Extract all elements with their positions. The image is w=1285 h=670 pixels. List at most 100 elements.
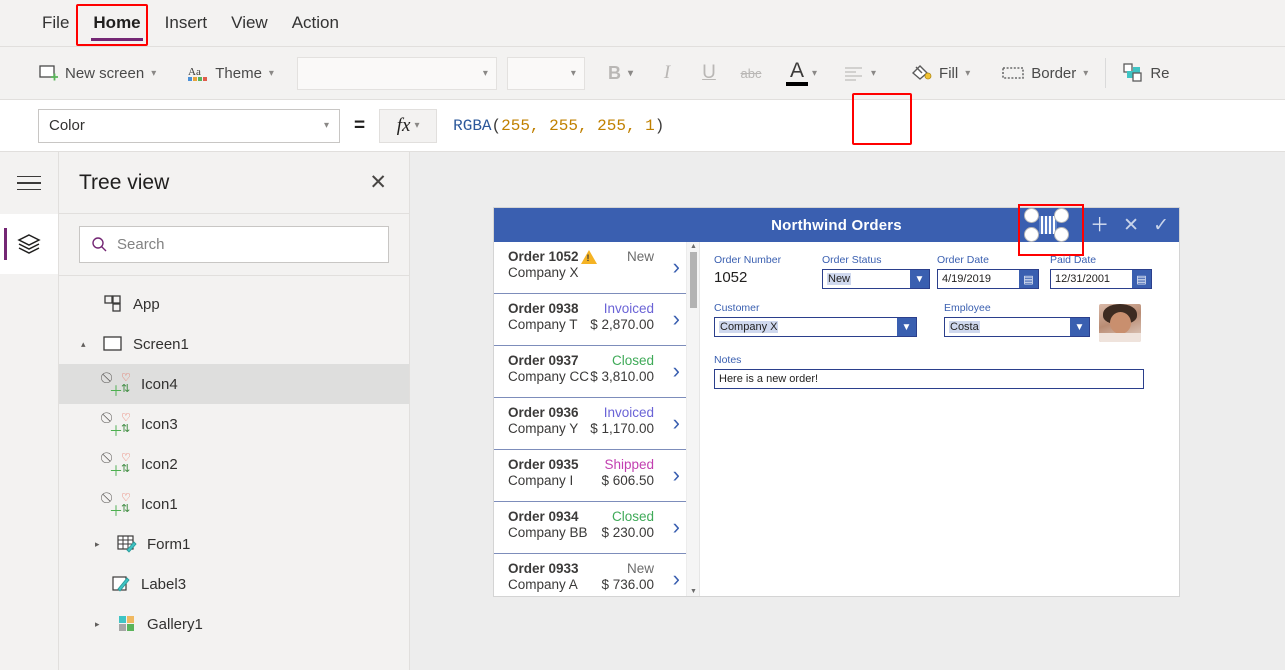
order-text: Order 1052 [508, 249, 579, 264]
chevron-right-icon[interactable]: › [673, 464, 680, 486]
chevron-right-icon[interactable]: › [673, 568, 680, 590]
property-select-value: Color [49, 117, 85, 134]
canvas-area[interactable]: Northwind Orders ＋ ✕ ✓ Order 1052 ! Comp… [410, 152, 1285, 670]
formula-input[interactable]: RGBA(255, 255, 255, 1) [437, 109, 1285, 143]
resize-handle-top-right[interactable] [1054, 208, 1069, 223]
chevron-down-icon[interactable]: ▼ [897, 318, 916, 336]
resize-handle-bottom-right[interactable] [1054, 227, 1069, 242]
cancel-icon[interactable]: ✕ [1123, 216, 1139, 235]
tree-item-label3[interactable]: Label3 [59, 564, 409, 604]
chevron-right-icon[interactable]: › [673, 412, 680, 434]
tree-item-app[interactable]: App [59, 284, 409, 324]
resize-handle-bottom-left[interactable] [1024, 227, 1039, 242]
search-placeholder: Search [117, 236, 165, 253]
paid-date-input[interactable]: 12/31/2001 ▤ [1050, 269, 1152, 289]
hamburger-menu-button[interactable] [0, 152, 58, 214]
gallery-item[interactable]: Order 0938 Company T Invoiced $ 2,870.00… [494, 294, 686, 346]
strikethrough-button[interactable]: abc [734, 56, 768, 90]
formula-open-paren: ( [491, 116, 502, 135]
theme-button[interactable]: Aa Theme ▾ [179, 59, 283, 87]
gallery-item[interactable]: Order 1052 Company X New › [494, 242, 686, 294]
bold-button[interactable]: B ▾ [599, 58, 642, 89]
menu-item-home[interactable]: Home [81, 7, 152, 41]
reorder-button[interactable]: Re [1114, 58, 1178, 88]
font-family-select[interactable]: ▾ [296, 56, 497, 90]
svg-text:Aa: Aa [188, 66, 201, 78]
chevron-down-icon[interactable]: ▼ [1070, 318, 1089, 336]
tree-item-icon3[interactable]: ⃠♡ ＋⇅ Icon3 [59, 404, 409, 444]
add-icon[interactable]: ＋ [1090, 216, 1109, 235]
new-screen-button[interactable]: New screen ▾ [30, 60, 165, 87]
gallery-item[interactable]: Order 0933 Company A New $ 736.00 › [494, 554, 686, 596]
chevron-right-icon[interactable]: › [673, 308, 680, 330]
rail-item-tree-view[interactable] [0, 214, 58, 274]
search-icon [92, 237, 107, 252]
tree-item-list: App ▴ Screen1 ⃠♡ ＋⇅ [59, 276, 409, 644]
employee-dropdown[interactable]: Costa ▼ [944, 317, 1090, 337]
font-size-select[interactable]: ▾ [506, 56, 585, 90]
gallery-item[interactable]: Order 0937 Company CC Closed $ 3,810.00 … [494, 346, 686, 398]
italic-button[interactable]: I [650, 56, 684, 90]
order-date-input[interactable]: 4/19/2019 ▤ [937, 269, 1039, 289]
calendar-icon[interactable]: ▤ [1132, 270, 1151, 288]
property-select[interactable]: Color ▾ [38, 108, 340, 143]
underline-button[interactable]: U [692, 56, 726, 90]
menu-item-action[interactable]: Action [280, 7, 351, 39]
gallery-item[interactable]: Order 0935 Company I Shipped $ 606.50 › [494, 450, 686, 502]
chevron-right-icon[interactable]: › [673, 516, 680, 538]
gallery-item-status: New [626, 561, 654, 576]
fill-label: Fill [939, 64, 959, 82]
menu-item-file[interactable]: File [30, 7, 81, 39]
gallery-item[interactable]: Order 0936 Company Y Invoiced $ 1,170.00… [494, 398, 686, 450]
app-preview-canvas[interactable]: Northwind Orders ＋ ✕ ✓ Order 1052 ! Comp… [494, 204, 1179, 596]
gallery-item-order: Order 0938 [508, 301, 579, 316]
gallery-item-amount: $ 736.00 [601, 577, 654, 592]
chevron-right-icon[interactable]: › [673, 256, 680, 278]
gallery-item-company: Company Y [508, 421, 579, 436]
selected-icon-control[interactable] [1020, 208, 1078, 242]
twisty-collapsed-icon[interactable]: ▸ [95, 619, 107, 630]
customer-label: Customer [714, 302, 760, 314]
gallery-item-order: Order 0933 [508, 561, 579, 576]
notes-input[interactable]: Here is a new order! [714, 369, 1144, 389]
tree-item-gallery1[interactable]: ▸ Gallery1 [59, 604, 409, 644]
tree-item-form1[interactable]: ▸ Form1 [59, 524, 409, 564]
scroll-down-icon[interactable]: ▼ [690, 588, 697, 595]
order-status-dropdown[interactable]: New ▼ [822, 269, 930, 289]
tree-item-icon2[interactable]: ⃠♡ ＋⇅ Icon2 [59, 444, 409, 484]
scroll-up-icon[interactable]: ▲ [690, 243, 697, 250]
chevron-down-icon[interactable]: ▼ [910, 270, 929, 288]
confirm-icon[interactable]: ✓ [1153, 216, 1169, 235]
tree-item-icon1[interactable]: ⃠♡ ＋⇅ Icon1 [59, 484, 409, 524]
gallery-item[interactable]: Order 0934 Company BB Closed $ 230.00 › [494, 502, 686, 554]
menu-item-insert[interactable]: Insert [153, 7, 220, 39]
resize-handle-top-left[interactable] [1024, 208, 1039, 223]
tree-item-screen1[interactable]: ▴ Screen1 [59, 324, 409, 364]
gallery-scrollbar[interactable]: ▲ ▼ [686, 242, 699, 596]
gallery-item-amount: $ 3,810.00 [590, 369, 654, 384]
twisty-collapsed-icon[interactable]: ▸ [95, 539, 107, 550]
fill-button[interactable]: Fill ▾ [901, 58, 979, 88]
chevron-down-icon[interactable]: ▾ [812, 68, 817, 79]
gallery-item-status: Closed [611, 509, 654, 524]
search-input[interactable]: Search [79, 226, 389, 263]
twisty-expanded-icon[interactable]: ▴ [81, 339, 93, 350]
close-icon[interactable]: ✕ [369, 172, 387, 193]
theme-icon: Aa [188, 66, 208, 81]
orders-gallery[interactable]: Order 1052 Company X New › [494, 242, 700, 596]
gallery-item-company: Company I [508, 473, 574, 488]
customer-dropdown[interactable]: Company X ▼ [714, 317, 917, 337]
theme-label: Theme [215, 64, 262, 82]
gallery-item-amount: $ 230.00 [601, 525, 654, 540]
form-row-1: Order Number 1052 Order Status New ▼ Ord… [714, 254, 1163, 289]
border-button[interactable]: Border ▾ [993, 60, 1097, 87]
menu-item-view[interactable]: View [219, 7, 280, 39]
calendar-icon[interactable]: ▤ [1019, 270, 1038, 288]
tree-item-icon4[interactable]: ⃠♡ ＋⇅ Icon4 [59, 364, 409, 404]
align-button[interactable]: ▾ [835, 61, 885, 86]
tree-item-icon4-label: Icon4 [141, 375, 178, 393]
chevron-right-icon[interactable]: › [673, 360, 680, 382]
gallery-scrollbar-thumb[interactable] [690, 252, 697, 308]
field-order-status: Order Status New ▼ [822, 254, 937, 289]
fx-button[interactable]: fx ▾ [379, 108, 438, 143]
